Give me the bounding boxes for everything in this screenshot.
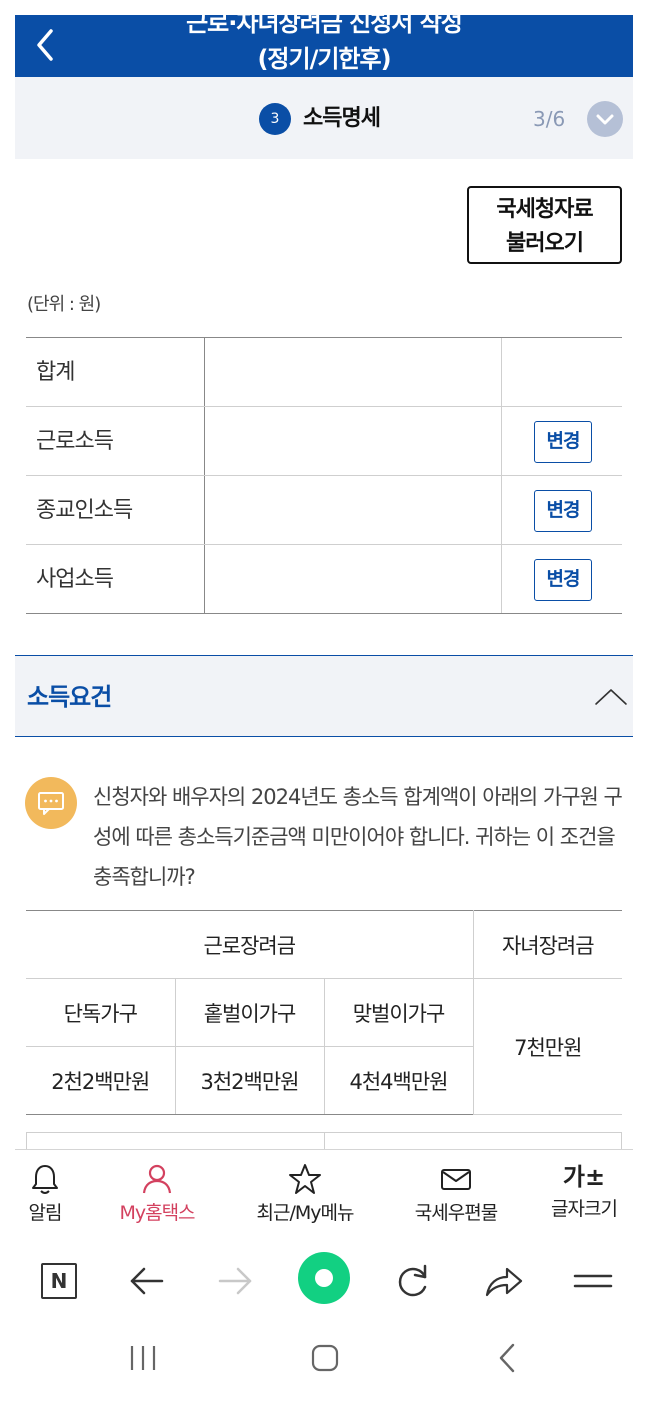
nav-item-tax-mail[interactable]: 국세우편물 [399,1150,513,1238]
hamburger-icon [573,1274,613,1288]
step-list-toggle[interactable] [587,101,623,137]
nav-item-recent-menu[interactable]: 최근/My메뉴 [239,1150,371,1238]
browser-forward-button[interactable] [210,1255,262,1307]
threshold-single-earner: 3천2백만원 [174,1046,325,1115]
font-size-icon: 가± [562,1163,606,1191]
bottom-navigation: 알림 My홈택스 최근/My메뉴 국세우편물 가± 글자크기 [15,1149,633,1237]
star-icon [289,1164,321,1194]
income-table: 합계 근로소득 변경 종교인소득 변경 사업소득 변경 [26,337,622,614]
change-business-income-button[interactable]: 변경 [534,559,592,601]
table-row: 종교인소득 변경 [26,476,622,545]
fetch-button-line1: 국세청자료 [496,197,593,222]
household-type-single-earner: 홑벌이가구 [174,978,325,1047]
fetch-button-line2: 불러오기 [506,231,584,256]
income-label-earned: 근로소득 [36,429,114,454]
income-label-business: 사업소득 [36,567,114,592]
bell-icon [32,1165,58,1194]
share-icon [485,1267,523,1297]
arrow-left-icon [130,1267,164,1295]
browser-back-button[interactable] [120,1255,172,1307]
household-type-single: 단독가구 [26,978,176,1047]
income-label-total: 합계 [36,360,75,385]
nav-item-alerts[interactable]: 알림 [15,1150,75,1238]
income-value-religious [204,476,502,544]
app-header: 근로·자녀장려금 신청서 작성 (정기/기한후) [15,15,633,77]
section-title: 소득요건 [27,683,112,711]
step-indicator: 3 소득명세 3/6 [15,77,633,159]
table-row: 사업소득 변경 [26,545,622,614]
page-title-line2: (정기/기한후) [257,45,391,73]
browser-menu-button[interactable] [567,1255,619,1307]
user-icon [142,1164,172,1194]
step-title: 소득명세 [303,106,381,131]
page-title: 근로·자녀장려금 신청서 작성 (정기/기한후) [75,15,573,77]
income-value-business [204,545,502,613]
step-count: 3/6 [533,107,566,131]
naver-home-button[interactable]: N [33,1255,85,1307]
nav-item-my-hometax[interactable]: My홈택스 [105,1150,209,1238]
home-square-icon[interactable] [308,1341,342,1375]
child-incentive-header: 자녀장려금 [472,910,622,979]
recent-apps-icon[interactable] [125,1343,161,1373]
income-label-religious: 종교인소득 [36,498,133,523]
child-incentive-threshold: 7천만원 [472,978,622,1115]
criteria-table: 근로장려금 자녀장려금 단독가구 홑벌이가구 맞벌이가구 7천만원 2천2백만원… [26,910,622,1115]
notice-text: 신청자와 배우자의 2024년도 총소득 합계액이 아래의 가구원 구성에 따른… [93,785,623,889]
step-number-badge: 3 [259,103,291,135]
change-earned-income-button[interactable]: 변경 [534,421,592,463]
back-button[interactable] [27,23,63,63]
threshold-single: 2천2백만원 [26,1046,176,1115]
nav-label-font-size: 글자크기 [551,1198,618,1220]
nav-label-alerts: 알림 [28,1202,63,1224]
browser-toolbar: N [15,1237,633,1323]
table-row: 단독가구 홑벌이가구 맞벌이가구 7천만원 [26,978,622,1115]
browser-reload-button[interactable] [387,1255,439,1307]
table-row: 근로소득 변경 [26,407,622,476]
unit-label: (단위 : 원) [27,294,101,315]
browser-green-home-button[interactable] [298,1252,350,1304]
nav-label-recent-menu: 최근/My메뉴 [256,1202,355,1224]
mail-icon [441,1169,471,1190]
system-navigation-bar [15,1323,633,1388]
nav-item-font-size[interactable]: 가± 글자크기 [539,1150,629,1238]
nav-label-tax-mail: 국세우편물 [414,1202,498,1224]
table-row: 근로장려금 자녀장려금 [26,910,622,979]
page-title-line1: 근로·자녀장려금 신청서 작성 [186,15,463,37]
chevron-down-icon [596,114,614,125]
system-back-icon[interactable] [493,1341,523,1375]
income-value-total [204,338,502,406]
change-religious-income-button[interactable]: 변경 [534,490,592,532]
chat-bubble-icon [25,777,77,829]
browser-share-button[interactable] [477,1255,529,1307]
chevron-left-icon [37,29,53,61]
naver-n-icon: N [41,1263,77,1299]
table-row: 합계 [26,338,622,407]
chevron-up-icon [595,689,627,705]
income-value-earned [204,407,502,475]
fetch-nts-data-button[interactable]: 국세청자료 불러오기 [467,186,622,264]
earned-incentive-header: 근로장려금 [26,910,474,979]
threshold-dual-earner: 4천4백만원 [323,1046,473,1115]
reload-icon [398,1264,427,1297]
app-frame: 근로·자녀장려금 신청서 작성 (정기/기한후) 3 소득명세 3/6 국세청자… [15,15,633,1388]
household-type-dual-earner: 맞벌이가구 [323,978,474,1047]
nav-label-my-hometax: My홈택스 [119,1202,195,1224]
income-requirement-section-header[interactable]: 소득요건 [15,655,633,737]
arrow-right-icon [218,1267,252,1295]
